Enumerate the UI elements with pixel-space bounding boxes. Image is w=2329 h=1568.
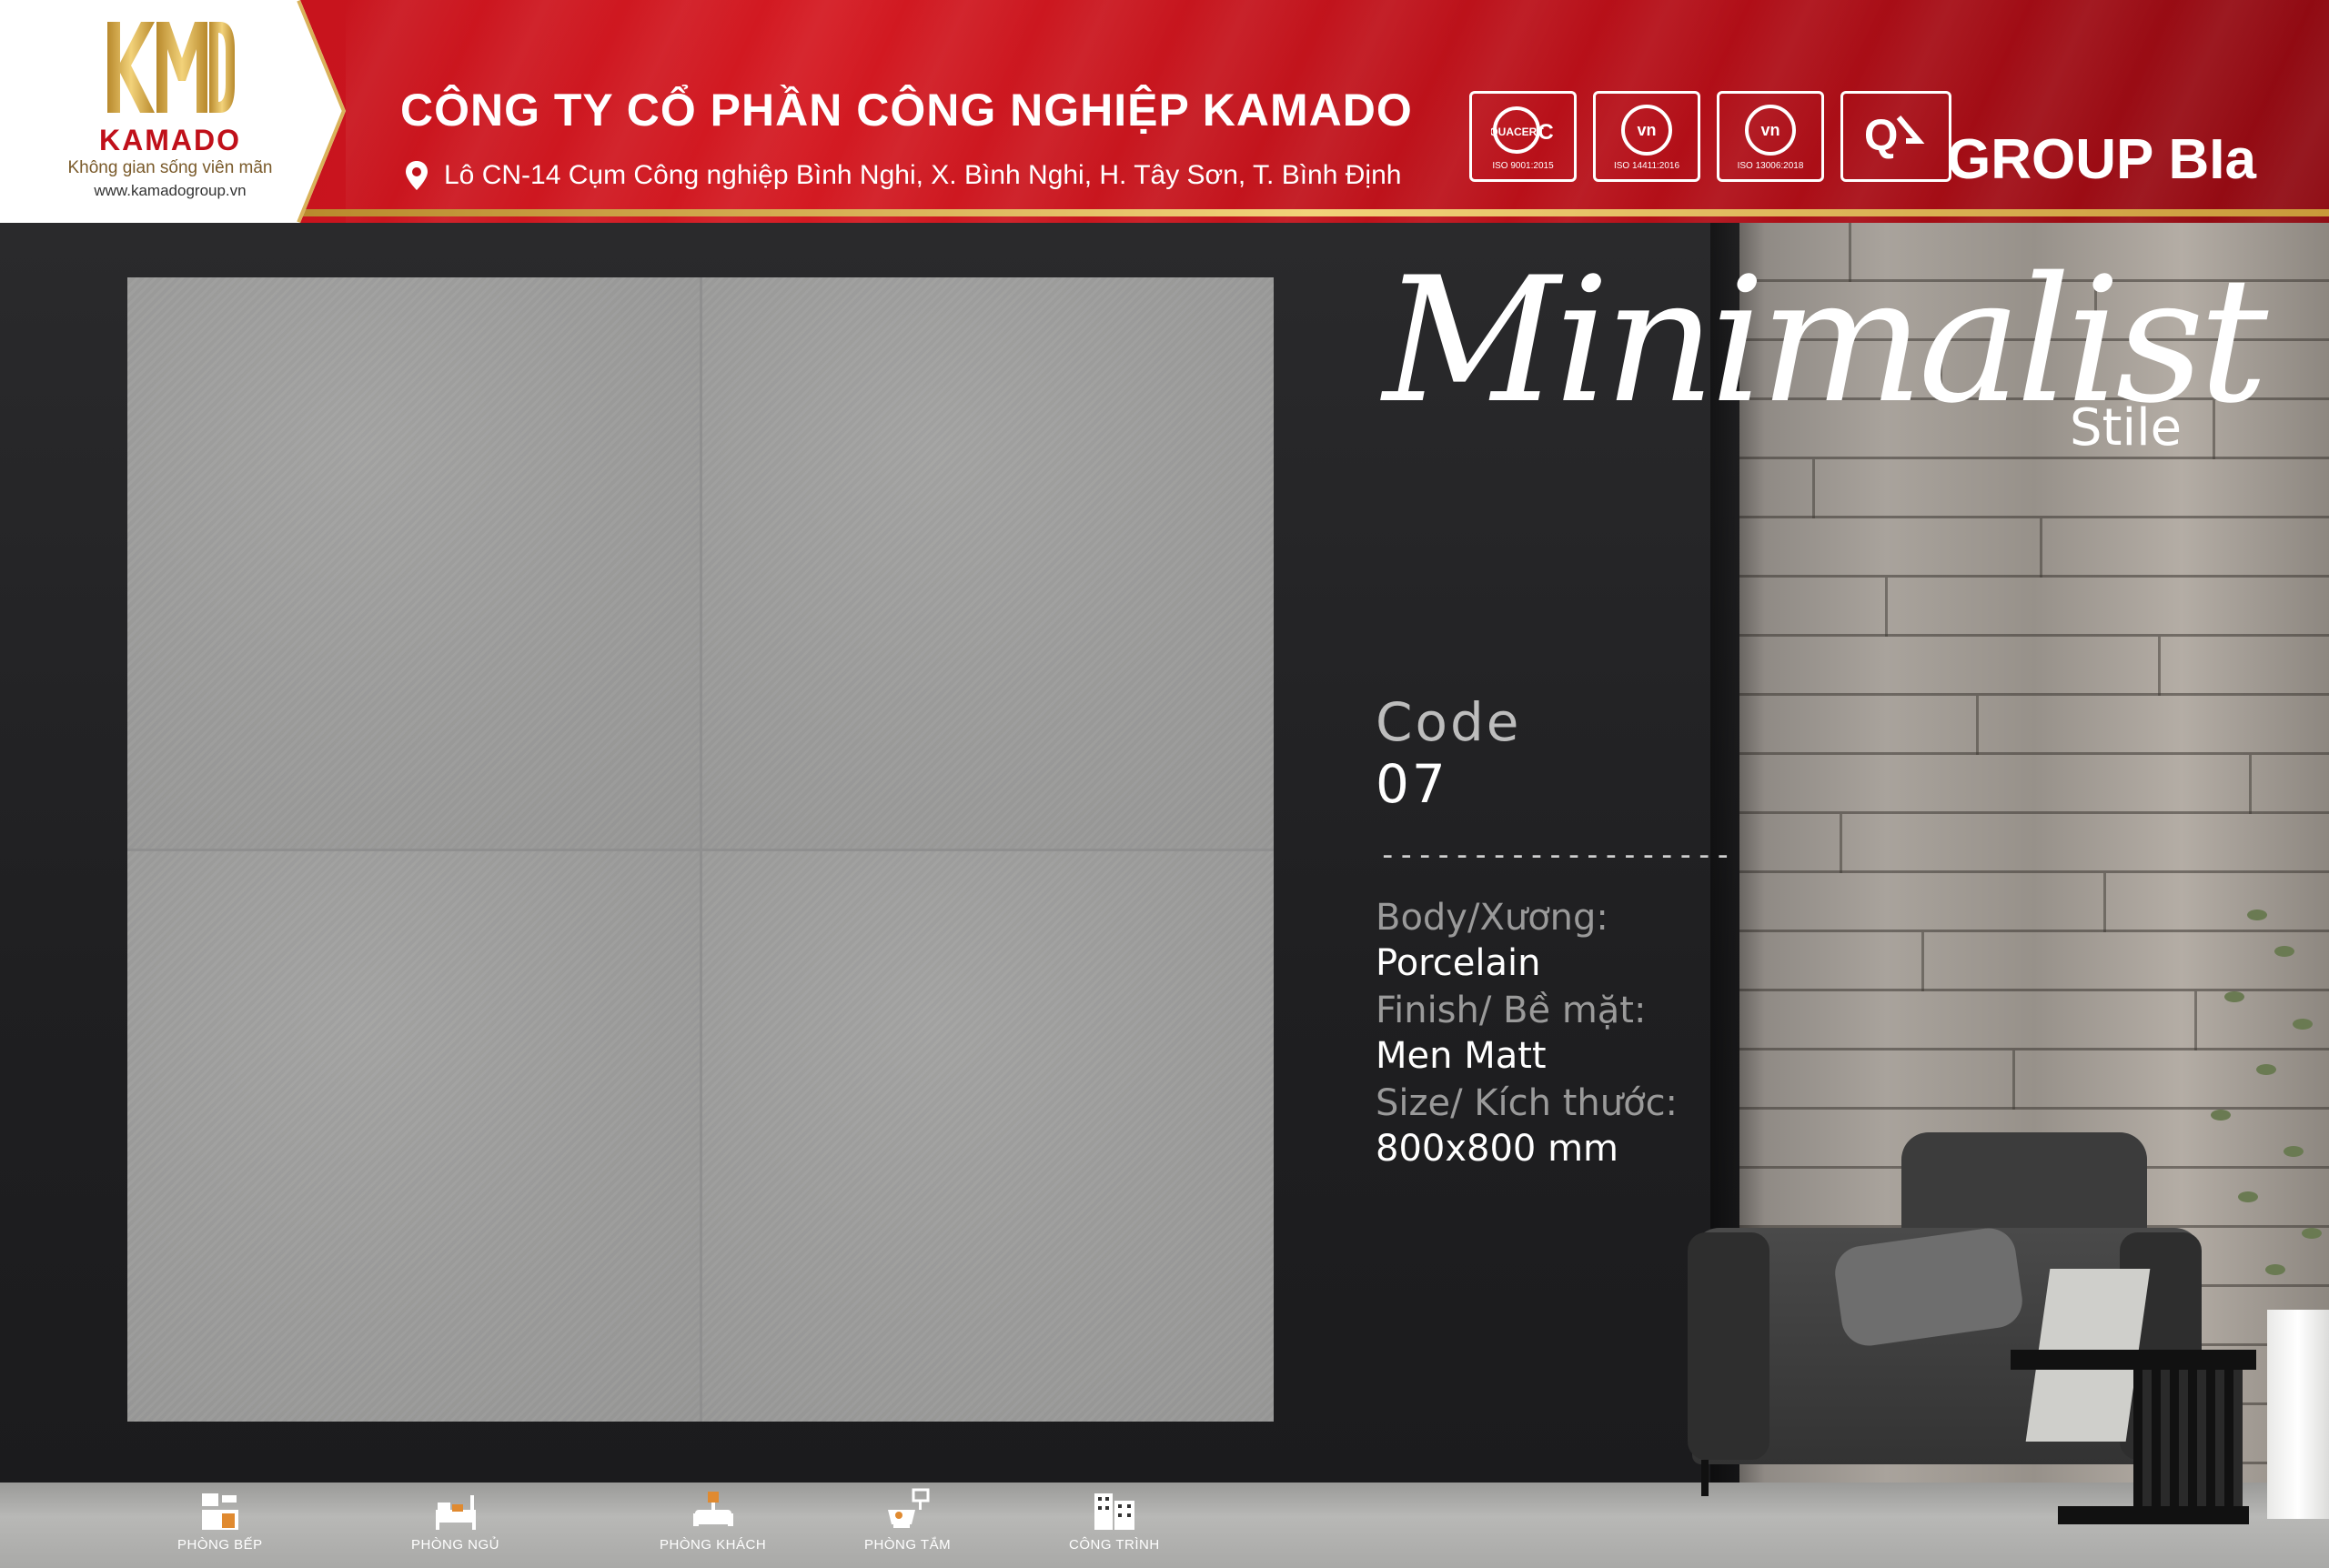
wood-seam [2040, 518, 2042, 578]
code-label: Code [1376, 691, 1522, 753]
wood-seam [2103, 873, 2106, 932]
plant-pot [2267, 1310, 2329, 1519]
room-bedroom[interactable]: PHÒNG NGỦ [411, 1488, 499, 1553]
spec-size-value: 800x800 mm [1376, 1128, 1619, 1170]
address: Lô CN-14 Cụm Công nghiệp Bình Nghi, X. B… [406, 160, 1401, 191]
header-gold-line [291, 209, 2329, 216]
wood-seam [2249, 755, 2252, 814]
svg-text:vn: vn [1637, 121, 1656, 139]
wood-seam [1812, 459, 1815, 518]
wood-seam [1840, 814, 1842, 873]
bedroom-icon [435, 1495, 476, 1530]
plant-leaf [2224, 991, 2244, 1002]
cert-caption: ISO 13006:2018 [1737, 160, 1804, 171]
armchair-arm-left [1688, 1232, 1769, 1460]
plant-leaf [2238, 1191, 2258, 1202]
product-group: GROUP BIa [1947, 128, 2256, 191]
room-living[interactable]: PHÒNG KHÁCH [660, 1488, 766, 1553]
room-label: PHÒNG KHÁCH [660, 1537, 767, 1553]
website-link[interactable]: www.kamadogroup.vn [56, 182, 284, 200]
wood-seam [2194, 991, 2197, 1050]
quacert-iso13006-icon: vn ISO 13006:2018 [1717, 91, 1824, 182]
svg-text:C: C [1538, 120, 1553, 145]
plant-leaf [2247, 910, 2267, 920]
wood-seam [2012, 1050, 2015, 1110]
wood-seam [1921, 932, 1924, 991]
bathroom-icon [887, 1488, 930, 1528]
tile [701, 850, 1274, 1422]
plant-leaf [2293, 1019, 2313, 1030]
company-name: CÔNG TY CỔ PHẦN CÔNG NGHIỆP KAMADO [400, 85, 1413, 136]
location-pin-icon [406, 161, 428, 190]
code-value: 07 [1376, 753, 1448, 815]
wood-seam [2158, 637, 2161, 696]
room-nav: PHÒNG BẾP PHÒNG NGỦ PHÒNG KHÁCH PHÒNG TẮ… [0, 1488, 1274, 1568]
room-bathroom[interactable]: PHÒNG TẮM [864, 1488, 951, 1553]
wood-seam [1976, 696, 1979, 755]
spec-finish-label: Finish/ Bề mặt: [1376, 990, 1647, 1031]
wood-seam [1885, 578, 1888, 637]
tile [127, 850, 700, 1422]
spec-finish-value: Men Matt [1376, 1035, 1547, 1077]
certification-badges: QUACERT C ISO 9001:2015 vn ISO 14411:201… [1469, 91, 1951, 182]
chair-leg [1701, 1460, 1709, 1496]
header-banner: KAMADO Không gian sống viên mãn www.kama… [0, 0, 2329, 223]
side-table-slats [2133, 1370, 2243, 1506]
tile [701, 277, 1274, 849]
building-icon [1094, 1493, 1134, 1530]
plant-leaf [2211, 1110, 2231, 1121]
kmd-logo-icon [107, 22, 235, 113]
spec-divider: ------------------- [1378, 837, 1732, 873]
svg-text:vn: vn [1760, 121, 1780, 139]
kitchen-icon [201, 1493, 238, 1530]
logo-slogan: Không gian sống viên mãn [67, 158, 273, 177]
svg-text:Q: Q [1864, 112, 1898, 160]
room-label: PHÒNG NGỦ [411, 1537, 500, 1553]
svg-text:QUACERT: QUACERT [1491, 126, 1544, 138]
room-label: PHÒNG BẾP [177, 1537, 263, 1553]
collection-subtitle: Stile [2070, 398, 2183, 457]
side-table-base [2058, 1506, 2249, 1524]
cert-caption: ISO 9001:2015 [1492, 160, 1554, 171]
quacert-iso14001-icon: vn ISO 14411:2016 [1593, 91, 1700, 182]
room-label: PHÒNG TẮM [864, 1537, 952, 1553]
logo-name: KAMADO [99, 124, 241, 156]
plant-leaf [2274, 946, 2294, 957]
quacert-cr-icon: Q [1840, 91, 1951, 182]
cert-caption: ISO 14411:2016 [1613, 160, 1680, 171]
room-kitchen[interactable]: PHÒNG BẾP [177, 1488, 263, 1553]
logo[interactable]: KAMADO Không gian sống viên mãn www.kama… [0, 0, 346, 223]
quacert-iso9001-icon: QUACERT C ISO 9001:2015 [1469, 91, 1577, 182]
address-text: Lô CN-14 Cụm Công nghiệp Bình Nghi, X. B… [444, 160, 1402, 190]
plant-leaf [2256, 1064, 2276, 1075]
spec-body-value: Porcelain [1376, 942, 1541, 984]
spec-size-label: Size/ Kích thước: [1376, 1082, 1679, 1124]
plant-leaf [2284, 1146, 2304, 1157]
side-table [2011, 1350, 2256, 1370]
room-building[interactable]: CÔNG TRÌNH [1069, 1488, 1160, 1553]
room-label: CÔNG TRÌNH [1069, 1537, 1160, 1553]
plant-leaf [2302, 1228, 2322, 1239]
living-room-icon [692, 1492, 733, 1526]
tile [127, 277, 700, 849]
tile-preview [127, 277, 1274, 1422]
plant-leaf [2265, 1264, 2285, 1275]
spec-body-label: Body/Xương: [1376, 897, 1608, 939]
